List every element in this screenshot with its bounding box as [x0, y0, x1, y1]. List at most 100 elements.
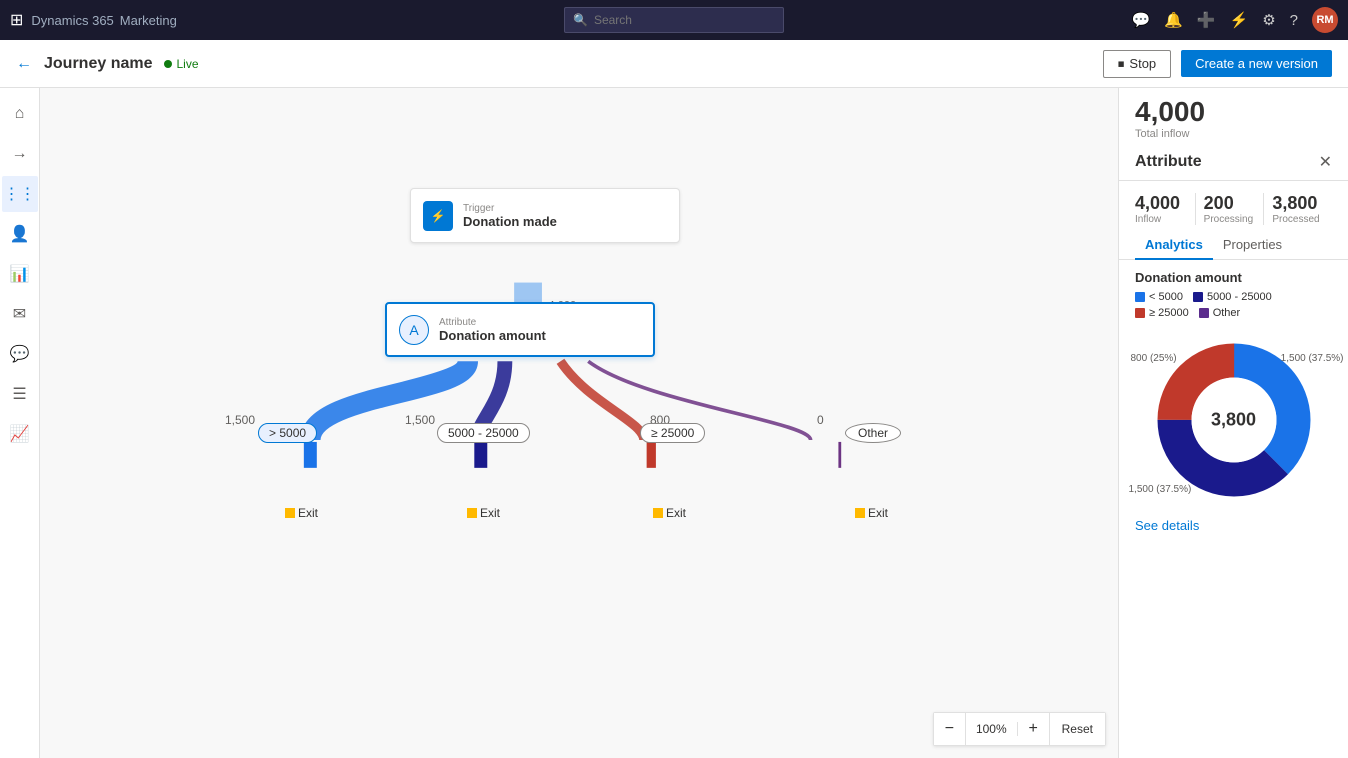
stat-processed: 3,800 Processed — [1272, 193, 1332, 225]
zoom-level: 100% — [966, 722, 1018, 736]
panel-title: Attribute — [1135, 153, 1202, 171]
grid-icon[interactable]: ⊞ — [10, 10, 23, 30]
stop-button[interactable]: ⏹ Stop — [1103, 50, 1171, 78]
zoom-out-button[interactable]: − — [934, 713, 966, 745]
see-details-link[interactable]: See details — [1135, 518, 1199, 533]
filter-icon[interactable]: ⚡ — [1230, 11, 1249, 29]
branch-count-1: 1,500 — [225, 413, 255, 427]
inflow-value: 4,000 — [1135, 96, 1332, 128]
trigger-node[interactable]: ⚡ Trigger Donation made — [410, 188, 680, 243]
sidebar-item-journey[interactable]: ⋮⋮ — [2, 176, 38, 212]
search-bar[interactable]: 🔍 — [564, 7, 784, 33]
help-icon[interactable]: ? — [1290, 12, 1298, 29]
inflow-label: Total inflow — [1135, 128, 1332, 140]
sidebar-item-email[interactable]: ✉ — [2, 296, 38, 332]
legend-dot-2 — [1193, 292, 1203, 302]
section-title: Donation amount — [1119, 260, 1348, 291]
brand-name: Dynamics 365 — [31, 13, 113, 28]
exit-square-2 — [467, 508, 477, 518]
donut-center-value: 3,800 — [1211, 410, 1256, 431]
trigger-node-labels: Trigger Donation made — [463, 203, 557, 229]
zoom-controls: − 100% + Reset — [933, 712, 1106, 746]
subheader-actions: ⏹ Stop Create a new version — [1103, 50, 1332, 78]
zoom-in-button[interactable]: + — [1018, 713, 1050, 745]
zoom-reset-button[interactable]: Reset — [1050, 713, 1105, 745]
right-panel: 4,000 Total inflow Attribute ✕ 4,000 Inf… — [1118, 88, 1348, 758]
branch-node-4[interactable]: Other — [845, 423, 901, 443]
branch-count-2: 1,500 — [405, 413, 435, 427]
legend-item-1: < 5000 — [1135, 291, 1183, 303]
branch-node-1[interactable]: > 5000 — [258, 423, 317, 443]
sidebar-item-chart[interactable]: 📊 — [2, 256, 38, 292]
live-label: Live — [176, 57, 198, 71]
topbar-icons: 💬 🔔 ➕ ⚡ ⚙ ? RM — [1131, 7, 1338, 33]
settings-icon[interactable]: ⚙ — [1262, 11, 1275, 29]
search-input[interactable] — [594, 13, 754, 27]
legend-item-2: 5000 - 25000 — [1193, 291, 1272, 303]
exit-square-1 — [285, 508, 295, 518]
branch-node-3[interactable]: ≥ 25000 — [640, 423, 705, 443]
stats-row: 4,000 Inflow 200 Processing 3,800 Proces… — [1119, 181, 1348, 225]
chart-label-top-right: 1,500 (37.5%) — [1281, 353, 1344, 364]
chart-label-bottom-left: 1,500 (37.5%) — [1129, 484, 1192, 495]
attribute-node[interactable]: A Attribute Donation amount — [385, 302, 655, 357]
brand: Dynamics 365 Marketing — [31, 13, 176, 28]
sidebar-item-analytics[interactable]: 📈 — [2, 416, 38, 452]
legend-dot-3 — [1135, 308, 1145, 318]
sidebar-item-home[interactable]: ⌂ — [2, 96, 38, 132]
exit-node-1: Exit — [285, 506, 318, 520]
sidebar-item-list[interactable]: ☰ — [2, 376, 38, 412]
exit-node-2: Exit — [467, 506, 500, 520]
chart-container: 800 (25%) 1,500 (37.5%) 1,500 (37.5%) — [1119, 327, 1348, 513]
legend-label-1: < 5000 — [1149, 291, 1183, 303]
trigger-icon: ⚡ — [423, 201, 453, 231]
stop-icon: ⏹ — [1118, 56, 1125, 72]
exit-node-3: Exit — [653, 506, 686, 520]
close-button[interactable]: ✕ — [1319, 152, 1332, 172]
branch-node-2[interactable]: 5000 - 25000 — [437, 423, 530, 443]
attribute-node-labels: Attribute Donation amount — [439, 317, 546, 343]
main-layout: ⌂ → ⋮⋮ 👤 📊 ✉ 💬 ☰ 📈 4,000 — [0, 88, 1348, 758]
live-badge: Live — [164, 57, 198, 71]
legend-label-3: ≥ 25000 — [1149, 307, 1189, 319]
journey-canvas: 4,000 — [40, 88, 1118, 718]
chat-icon[interactable]: 💬 — [1131, 11, 1150, 29]
sidebar-item-arrow[interactable]: → — [2, 136, 38, 172]
stat-inflow-value: 4,000 — [1135, 193, 1187, 214]
see-details: See details — [1119, 513, 1348, 547]
stat-processed-value: 3,800 — [1272, 193, 1324, 214]
stat-processed-label: Processed — [1272, 214, 1324, 225]
bell-icon[interactable]: 🔔 — [1164, 11, 1183, 29]
trigger-type-label: Trigger — [463, 203, 557, 214]
chart-legend: < 5000 5000 - 25000 ≥ 25000 Other — [1119, 291, 1348, 327]
exit-label-2: Exit — [467, 506, 500, 520]
attribute-name: Donation amount — [439, 328, 546, 343]
legend-item-3: ≥ 25000 — [1135, 307, 1189, 319]
live-dot — [164, 60, 172, 68]
chart-label-top-left: 800 (25%) — [1131, 353, 1177, 364]
exit-label-1: Exit — [285, 506, 318, 520]
exit-label-4: Exit — [855, 506, 888, 520]
sidebar-item-message[interactable]: 💬 — [2, 336, 38, 372]
back-button[interactable]: ← — [16, 55, 32, 73]
legend-label-4: Other — [1213, 307, 1241, 319]
legend-dot-4 — [1199, 308, 1209, 318]
search-icon: 🔍 — [573, 13, 588, 27]
exit-label-3: Exit — [653, 506, 686, 520]
exit-square-4 — [855, 508, 865, 518]
legend-item-4: Other — [1199, 307, 1241, 319]
create-version-button[interactable]: Create a new version — [1181, 50, 1332, 77]
tab-analytics[interactable]: Analytics — [1135, 229, 1213, 260]
attribute-type-label: Attribute — [439, 317, 546, 328]
tab-properties[interactable]: Properties — [1213, 229, 1292, 260]
panel-tabs: Analytics Properties — [1119, 229, 1348, 260]
trigger-name: Donation made — [463, 214, 557, 229]
stat-processing-value: 200 — [1204, 193, 1256, 214]
avatar[interactable]: RM — [1312, 7, 1338, 33]
donut-chart: 800 (25%) 1,500 (37.5%) 1,500 (37.5%) — [1149, 335, 1319, 505]
add-icon[interactable]: ➕ — [1197, 11, 1216, 29]
legend-dot-1 — [1135, 292, 1145, 302]
stat-inflow-label: Inflow — [1135, 214, 1187, 225]
sidebar-item-people[interactable]: 👤 — [2, 216, 38, 252]
panel-header: Attribute ✕ — [1119, 140, 1348, 181]
